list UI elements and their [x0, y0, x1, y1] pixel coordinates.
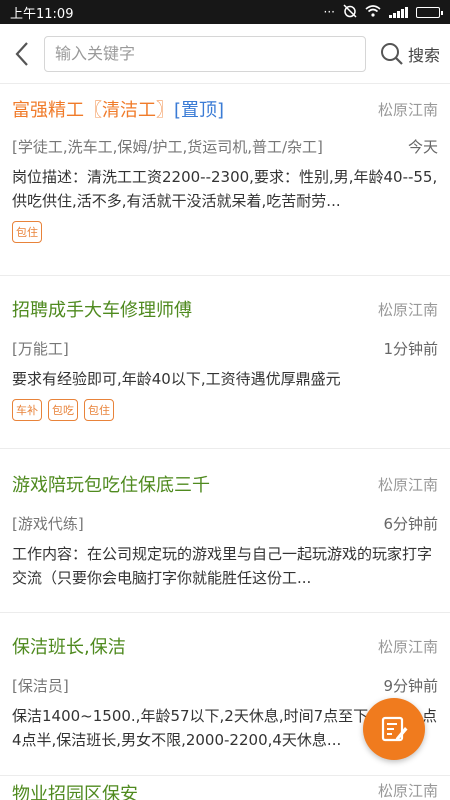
alarm-off-icon	[343, 3, 357, 21]
job-region: 松原江南	[377, 782, 438, 800]
search-button[interactable]: 搜索	[380, 42, 440, 66]
battery-icon	[416, 6, 443, 18]
signal-icon	[389, 6, 408, 18]
job-tag: 包吃	[48, 399, 78, 421]
back-button[interactable]	[6, 34, 38, 74]
chevron-left-icon	[15, 41, 28, 66]
job-category: [保洁员]	[12, 677, 69, 695]
post-job-button[interactable]	[363, 698, 425, 760]
job-category: [万能工]	[12, 340, 69, 358]
job-category: [学徒工,洗车工,保姆/护工,货运司机,普工/杂工]	[12, 138, 323, 156]
job-region: 松原江南	[377, 300, 438, 319]
status-bar: 上午11:09 ···	[0, 0, 450, 24]
pinned-badge: [置顶]	[174, 100, 225, 121]
search-icon	[380, 42, 403, 65]
job-title: 游戏陪玩包吃住保底三千	[12, 475, 210, 496]
job-tag: 包住	[84, 399, 114, 421]
search-bar: 搜索	[0, 24, 450, 84]
job-region: 松原江南	[377, 475, 438, 494]
job-title: 保洁班长,保洁	[12, 637, 126, 658]
search-button-label: 搜索	[407, 45, 440, 65]
job-time: 6分钟前	[383, 515, 438, 533]
job-description: 岗位描述：清洗工工资2200--2300,要求：性别,男,年龄40--55,供吃…	[12, 168, 438, 210]
search-input[interactable]	[44, 35, 366, 72]
job-tags: 包住	[12, 221, 438, 243]
job-list-item[interactable]: 招聘成手大车修理师傅 松原江南 [万能工] 1分钟前 要求有经验即可,年龄40以…	[0, 276, 450, 449]
job-category: [游戏代练]	[12, 515, 84, 533]
job-region: 松原江南	[377, 100, 438, 119]
status-time: 上午11:09	[10, 6, 74, 22]
job-time: 1分钟前	[383, 340, 438, 358]
wifi-icon	[365, 4, 381, 20]
job-region: 松原江南	[377, 637, 438, 656]
job-time: 今天	[407, 138, 438, 156]
job-time: 9分钟前	[383, 677, 438, 695]
job-title: 富强精工〖清洁工〗[置顶]	[12, 100, 225, 121]
edit-note-icon	[381, 716, 408, 742]
job-tag: 包住	[12, 221, 42, 243]
job-list-item[interactable]: 富强精工〖清洁工〗[置顶] 松原江南 [学徒工,洗车工,保姆/护工,货运司机,普…	[0, 84, 450, 276]
job-description: 工作内容：在公司规定玩的游戏里与自己一起玩游戏的玩家打字交流（只要你会电脑打字你…	[12, 545, 433, 587]
job-tags: 车补 包吃 包住	[12, 399, 438, 421]
job-title: 招聘成手大车修理师傅	[12, 300, 192, 321]
job-list-item[interactable]: 物业招园区保安 松原江南	[12, 780, 438, 800]
more-icon: ···	[323, 5, 335, 19]
job-description: 要求有经验即可,年龄40以下,工资待遇优厚鼎盛元	[12, 370, 341, 388]
job-title: 物业招园区保安	[12, 784, 138, 800]
job-list-item[interactable]: 游戏陪玩包吃住保底三千 松原江南 [游戏代练] 6分钟前 工作内容：在公司规定玩…	[0, 449, 450, 613]
job-tag: 车补	[12, 399, 42, 421]
